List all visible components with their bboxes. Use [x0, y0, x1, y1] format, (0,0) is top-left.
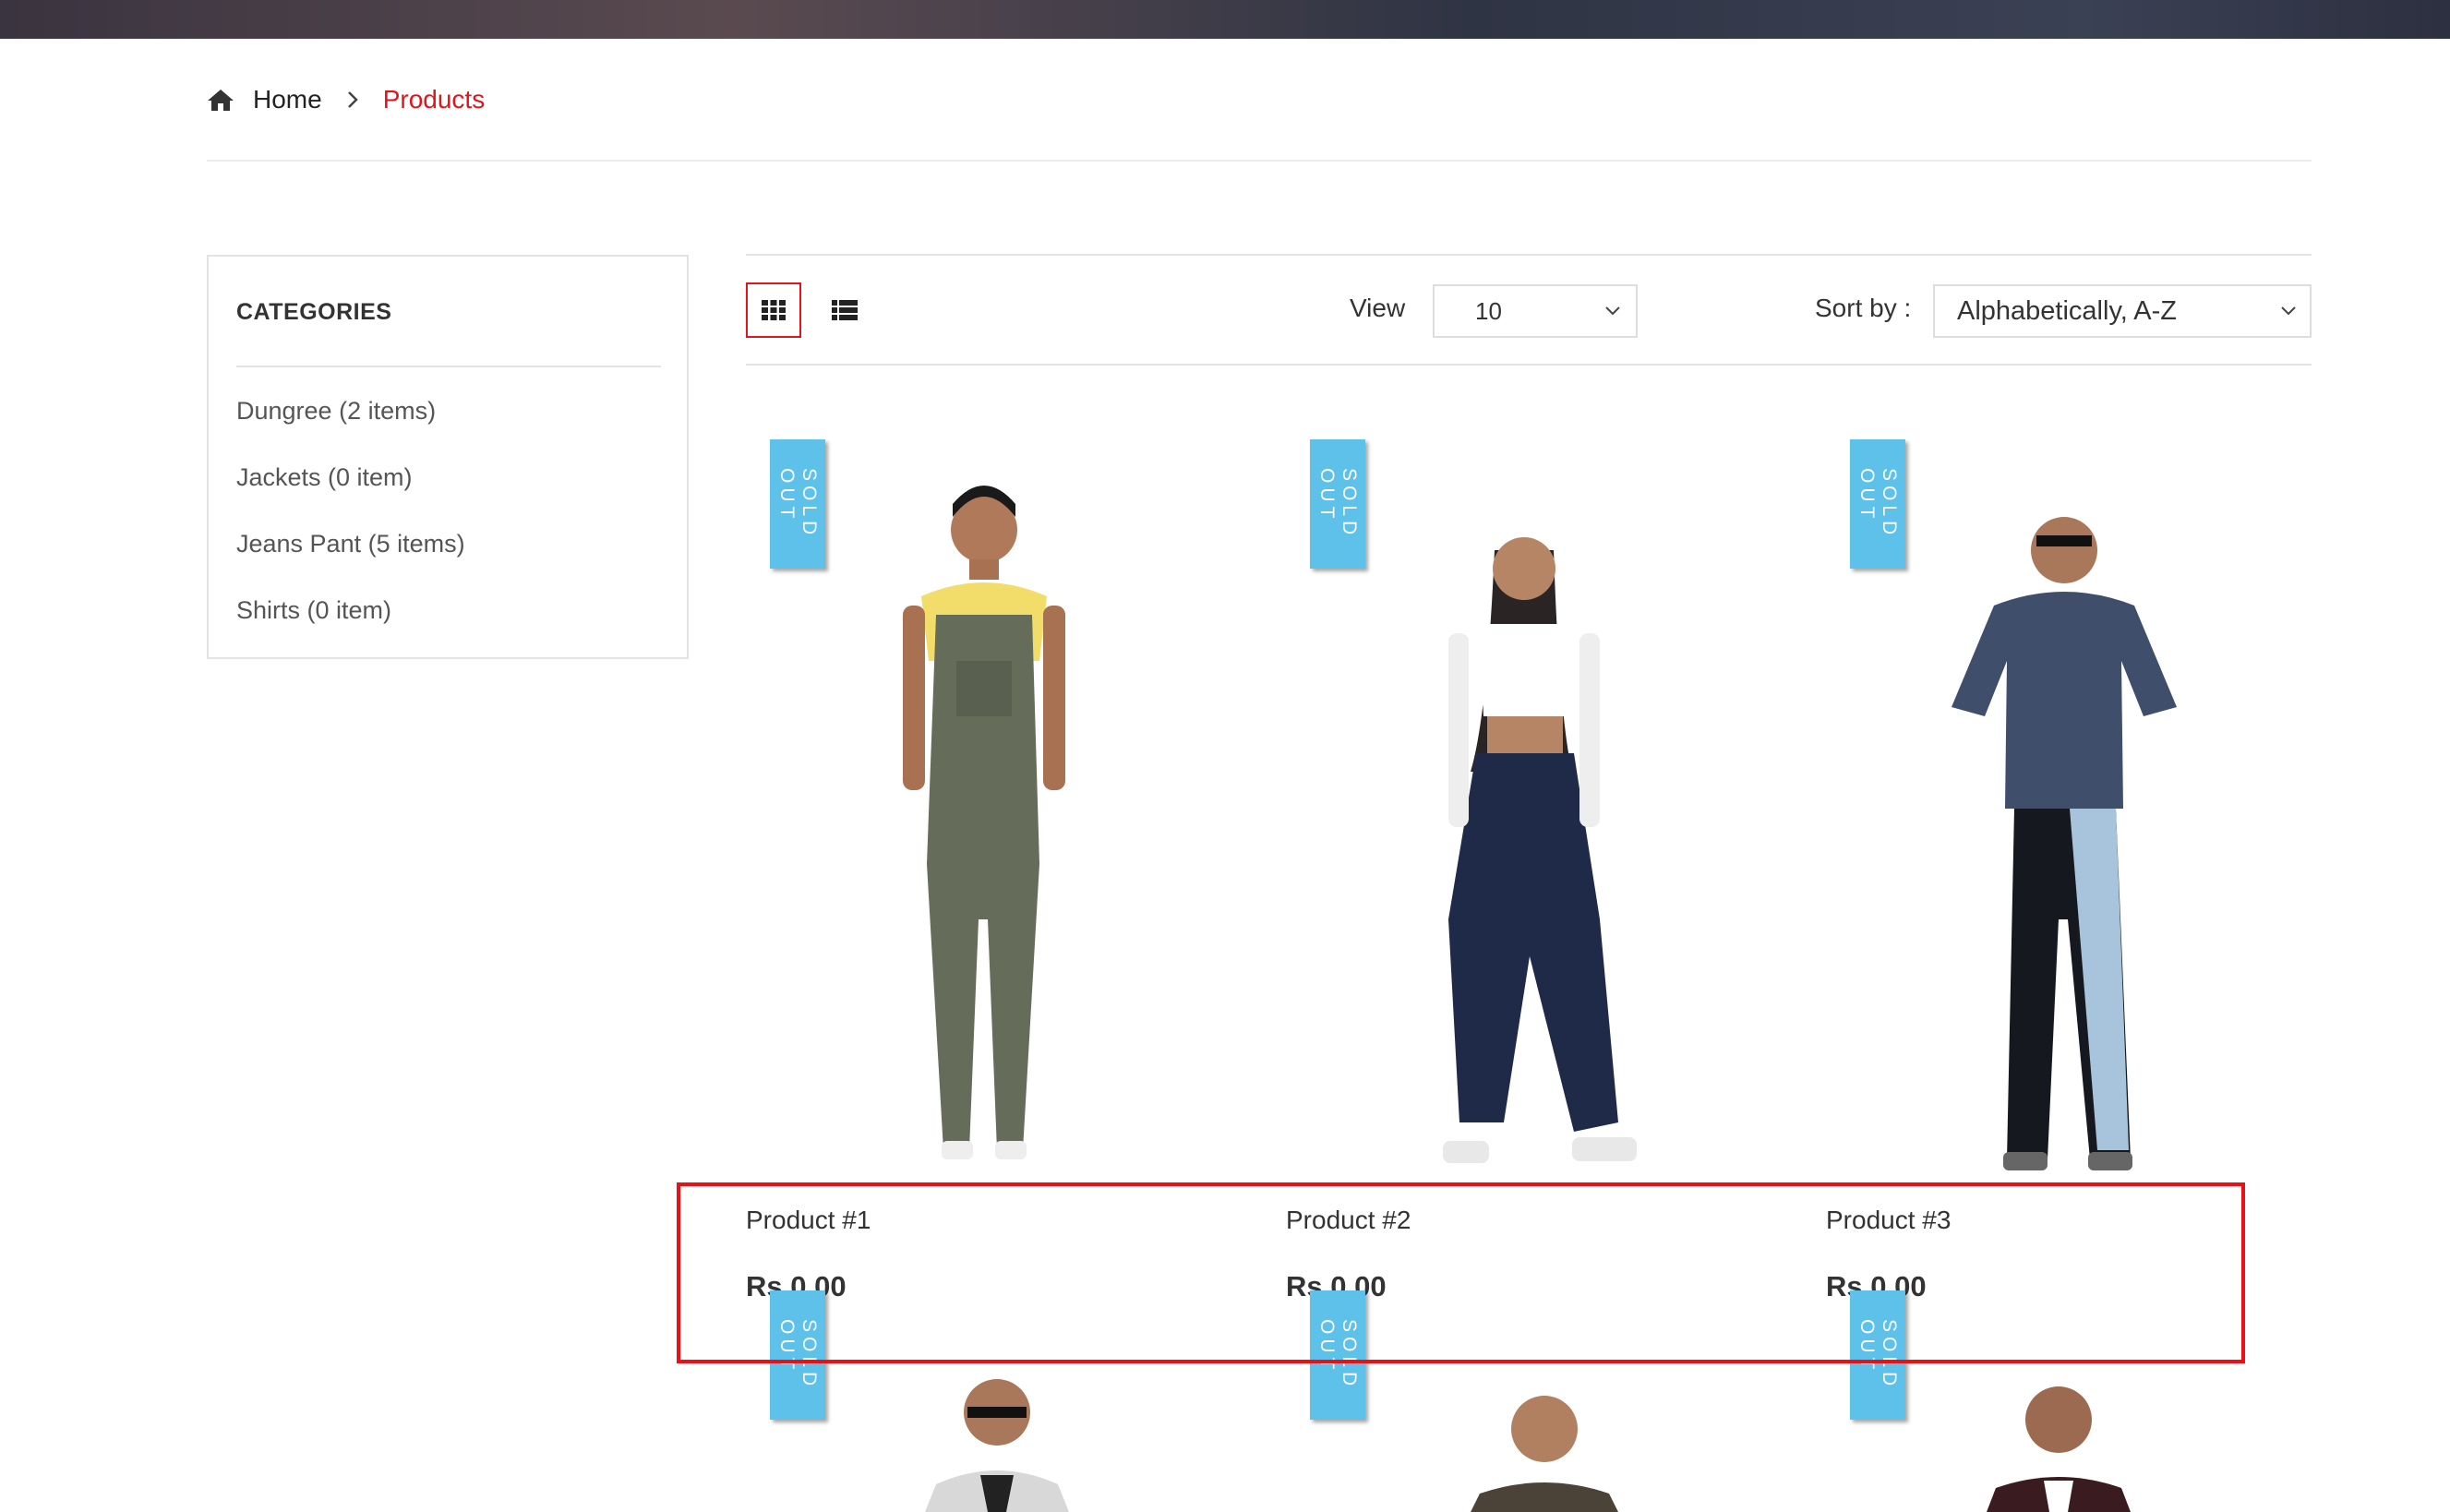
sort-select[interactable]: Alphabetically, A-Z — [1933, 284, 2312, 338]
chevron-down-icon — [2281, 306, 2296, 316]
sold-out-badge: SOLD OUT — [1310, 1290, 1365, 1420]
sold-out-badge: SOLD OUT — [770, 439, 825, 569]
list-view-icon — [832, 300, 858, 320]
chevron-right-icon — [347, 91, 358, 108]
list-view-button[interactable] — [817, 282, 872, 338]
home-icon[interactable] — [207, 88, 234, 112]
categories-panel: CATEGORIES Dungree (2 items) Jackets (0 … — [207, 255, 689, 659]
product-card[interactable]: SOLD OUT — [1286, 1290, 1674, 1512]
sort-value: Alphabetically, A-Z — [1957, 295, 2178, 326]
view-count-value: 10 — [1475, 296, 1502, 325]
sold-out-badge: SOLD OUT — [1850, 1290, 1905, 1420]
categories-list: Dungree (2 items) Jackets (0 item) Jeans… — [236, 386, 465, 652]
product-name[interactable]: Product #2 — [1286, 1206, 1411, 1235]
category-item-jeans-pant[interactable]: Jeans Pant (5 items) — [236, 519, 465, 585]
toolbar-bottom-divider — [746, 364, 2312, 366]
product-card[interactable]: SOLD OUT Product #2 Rs 0.00 — [1286, 439, 1674, 1326]
grid-view-button[interactable] — [746, 282, 801, 338]
category-item-dungree[interactable]: Dungree (2 items) — [236, 386, 465, 452]
sold-out-badge: SOLD OUT — [1310, 439, 1365, 569]
category-item-jackets[interactable]: Jackets (0 item) — [236, 452, 465, 519]
chevron-down-icon — [1605, 306, 1620, 316]
breadcrumb-divider — [207, 160, 2312, 162]
product-card[interactable]: SOLD OUT — [746, 1290, 1134, 1512]
sort-label: Sort by : — [1815, 294, 1912, 322]
product-card[interactable]: SOLD OUT — [1826, 1290, 2214, 1512]
product-card[interactable]: SOLD OUT Product #3 Rs 0.00 — [1826, 439, 2214, 1326]
product-name[interactable]: Product #1 — [746, 1206, 871, 1235]
hero-banner-strip — [0, 0, 2450, 39]
view-label: View — [1350, 294, 1406, 322]
grid-view-icon — [762, 300, 786, 320]
breadcrumb-home-link[interactable]: Home — [253, 85, 322, 114]
sold-out-badge: SOLD OUT — [1850, 439, 1905, 569]
breadcrumb: Home Products — [207, 79, 485, 120]
categories-title: CATEGORIES — [236, 299, 392, 325]
sold-out-badge: SOLD OUT — [770, 1290, 825, 1420]
category-item-shirts[interactable]: Shirts (0 item) — [236, 585, 465, 652]
breadcrumb-current: Products — [382, 85, 486, 114]
product-card[interactable]: SOLD OUT Product #1 Rs 0.00 — [746, 439, 1134, 1326]
toolbar-top-divider — [746, 254, 2312, 256]
view-count-select[interactable]: 10 — [1433, 284, 1638, 338]
product-name[interactable]: Product #3 — [1826, 1206, 1951, 1235]
categories-divider — [236, 366, 661, 367]
